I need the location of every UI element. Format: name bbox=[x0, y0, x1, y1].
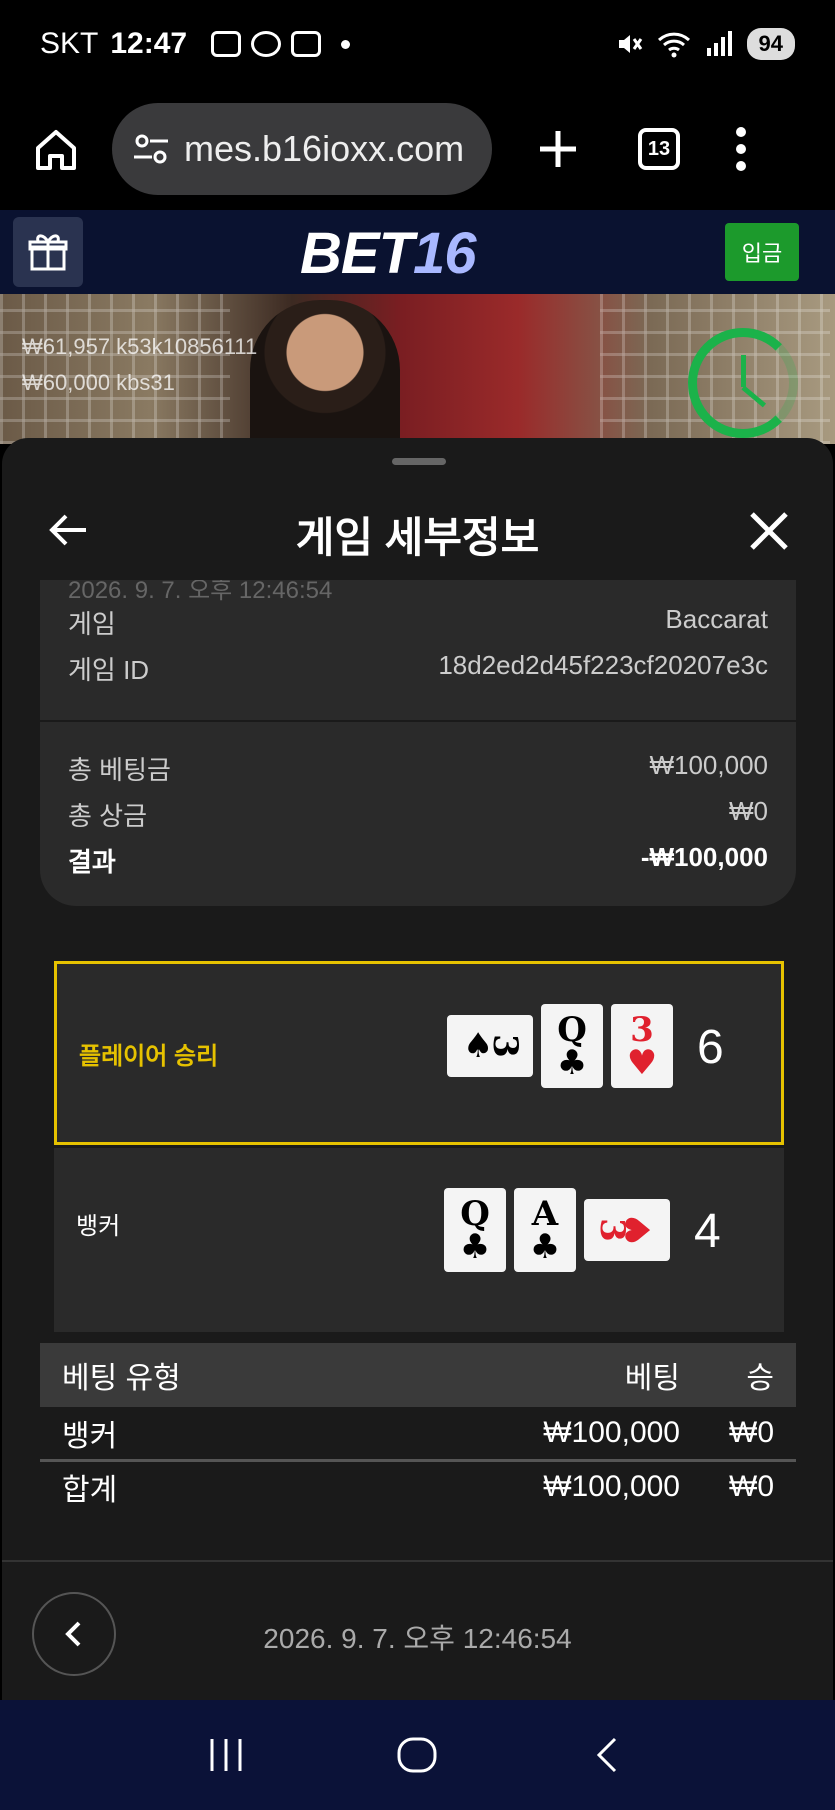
game-date-faded: 2026. 9. 7. 오후 12:46:54 bbox=[68, 580, 333, 604]
banker-hand-label: 뱅커 bbox=[76, 1213, 121, 1240]
column-header: 승 bbox=[746, 1362, 774, 1395]
notification-icon bbox=[291, 31, 322, 57]
tab-switcher-button[interactable]: 13 bbox=[638, 128, 680, 170]
table-cell: 합계 bbox=[62, 1473, 118, 1507]
dealer-image bbox=[250, 300, 400, 444]
chat-icon bbox=[251, 31, 282, 57]
table-cell: ₩100,000 bbox=[543, 1416, 680, 1449]
home-icon bbox=[36, 130, 76, 170]
site-header: BET16 입금 bbox=[0, 210, 835, 294]
site-logo[interactable]: BET16 bbox=[300, 220, 477, 287]
column-header: 베팅 유형 bbox=[62, 1362, 181, 1395]
player-cards: ♠ 3 Q ♣ 3 ♥ bbox=[447, 1004, 673, 1088]
info-row-game: 게임 Baccarat bbox=[68, 604, 768, 641]
gift-icon bbox=[28, 234, 68, 271]
info-value: 18d2ed2d45f223cf20207e3c bbox=[438, 650, 768, 680]
table-row: 뱅커 ₩100,000 ₩0 bbox=[40, 1407, 796, 1459]
summary-row-total-bet: 총 베팅금 ₩100,000 bbox=[68, 750, 768, 787]
summary-row-total-prize: 총 상금 ₩0 bbox=[68, 796, 768, 833]
menu-dot-icon bbox=[736, 144, 746, 154]
info-row-game-id: 게임 ID 18d2ed2d45f223cf20207e3c bbox=[68, 650, 768, 687]
drag-handle[interactable] bbox=[392, 458, 446, 465]
summary-label: 결과 bbox=[68, 847, 116, 877]
table-cell: 뱅커 bbox=[62, 1420, 118, 1453]
summary-value: -₩100,000 bbox=[640, 842, 768, 872]
playing-card: ♠ 3 bbox=[447, 1015, 533, 1077]
banker-hand: 뱅커 Q ♣ A ♣ 3 ♥ 4 bbox=[54, 1148, 784, 1332]
playing-card: Q ♣ bbox=[541, 1004, 603, 1088]
table-cell: ₩0 bbox=[729, 1469, 774, 1503]
site-settings-icon[interactable] bbox=[130, 127, 174, 171]
summary-value: ₩100,000 bbox=[649, 750, 768, 780]
live-video[interactable]: ₩61,957 k53k10856111 ₩60,000 kbs31 bbox=[0, 294, 835, 444]
address-bar[interactable]: mes.b16ioxx.com bbox=[112, 103, 492, 195]
summary-row-result: 결과 -₩100,000 bbox=[68, 842, 768, 879]
sheet-header: 게임 세부정보 bbox=[2, 478, 833, 588]
wifi-icon bbox=[657, 32, 690, 58]
deposit-button[interactable]: 입금 bbox=[725, 223, 799, 281]
home-circle-icon bbox=[397, 1737, 437, 1773]
banker-score: 4 bbox=[694, 1205, 721, 1258]
bet-table-header: 베팅 유형 베팅 승 bbox=[40, 1343, 796, 1407]
back-icon bbox=[597, 1737, 617, 1773]
playing-card: 3 ♥ bbox=[611, 1004, 673, 1088]
gift-button[interactable] bbox=[13, 217, 83, 287]
info-label: 게임 bbox=[68, 609, 116, 639]
home-nav-button[interactable] bbox=[387, 1725, 447, 1785]
player-hand-label: 플레이어 승리 bbox=[79, 1043, 219, 1070]
url-text[interactable]: mes.b16ioxx.com bbox=[184, 128, 464, 170]
playing-card: 3 ♥ bbox=[584, 1199, 670, 1261]
info-value: Baccarat bbox=[665, 604, 768, 634]
summary-value: ₩0 bbox=[729, 796, 768, 826]
player-score: 6 bbox=[697, 1021, 724, 1074]
game-info-card: 2026. 9. 7. 오후 12:46:54 게임 Baccarat 게임 I… bbox=[40, 580, 796, 720]
sheet-footer: 2026. 9. 7. 오후 12:46:54 bbox=[2, 1560, 833, 1700]
summary-label: 총 베팅금 bbox=[68, 755, 171, 785]
home-button[interactable] bbox=[24, 117, 88, 181]
plus-icon bbox=[540, 131, 576, 167]
table-cell: ₩0 bbox=[729, 1416, 774, 1449]
game-date: 2026. 9. 7. 오후 12:46:54 bbox=[263, 1623, 572, 1654]
browser-menu-button[interactable] bbox=[736, 127, 746, 171]
banker-cards: Q ♣ A ♣ 3 ♥ bbox=[444, 1188, 670, 1272]
back-nav-button[interactable] bbox=[579, 1725, 639, 1785]
info-label: 게임 ID bbox=[68, 655, 150, 685]
menu-dot-icon bbox=[736, 127, 746, 137]
system-nav-bar bbox=[0, 1700, 835, 1810]
menu-dot-icon bbox=[736, 161, 746, 171]
close-icon[interactable] bbox=[746, 508, 792, 554]
new-tab-button[interactable] bbox=[528, 119, 588, 179]
table-total-row: 합계 ₩100,000 ₩0 bbox=[40, 1459, 796, 1511]
clock: 12:47 bbox=[110, 27, 188, 60]
more-notifications-icon bbox=[341, 39, 351, 49]
timer-icon bbox=[688, 328, 798, 438]
game-details-sheet: 게임 세부정보 2026. 9. 7. 오후 12:46:54 게임 Bacca… bbox=[2, 438, 833, 1700]
browser-toolbar: mes.b16ioxx.com 13 bbox=[0, 88, 835, 210]
signal-icon bbox=[706, 31, 732, 56]
column-header: 베팅 bbox=[624, 1362, 680, 1395]
live-bet-line: ₩60,000 kbs31 bbox=[22, 370, 175, 395]
video-background bbox=[0, 294, 230, 444]
playing-card: A ♣ bbox=[514, 1188, 576, 1272]
recents-icon bbox=[210, 1739, 242, 1771]
recent-apps-button[interactable] bbox=[196, 1725, 256, 1785]
playing-card: Q ♣ bbox=[444, 1188, 506, 1272]
table-cell: ₩100,000 bbox=[543, 1469, 680, 1503]
player-hand: 플레이어 승리 ♠ 3 Q ♣ 3 ♥ 6 bbox=[54, 961, 784, 1145]
summary-card: 총 베팅금 ₩100,000 총 상금 ₩0 결과 -₩100,000 bbox=[40, 722, 796, 906]
sheet-title: 게임 세부정보 bbox=[295, 514, 540, 561]
carrier-label: SKT bbox=[40, 27, 99, 60]
screenshot-icon bbox=[211, 31, 242, 57]
bet-table: 베팅 유형 베팅 승 뱅커 ₩100,000 ₩0 합계 ₩100,000 ₩0 bbox=[40, 1343, 796, 1511]
summary-label: 총 상금 bbox=[68, 801, 147, 831]
battery-indicator: 94 bbox=[746, 28, 795, 60]
live-bet-line: ₩61,957 k53k10856111 bbox=[22, 334, 258, 359]
status-bar: SKT 12:47 94 bbox=[0, 0, 835, 88]
mute-icon bbox=[618, 35, 642, 53]
